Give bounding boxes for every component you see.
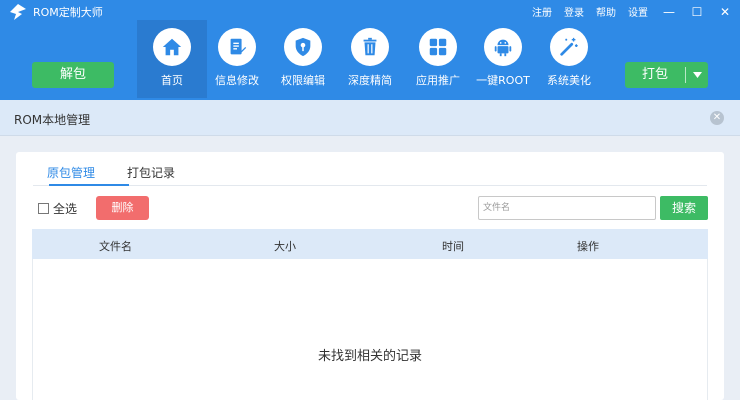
pack-button[interactable]: 打包 bbox=[625, 62, 708, 88]
logo-icon bbox=[10, 4, 26, 20]
panel-title: ROM本地管理 bbox=[14, 113, 91, 127]
nav-app-promote[interactable]: 应用推广 bbox=[403, 20, 473, 98]
maximize-button[interactable]: ☐ bbox=[690, 5, 704, 19]
pack-label: 打包 bbox=[641, 67, 668, 82]
window-close-button[interactable]: ✕ bbox=[718, 5, 732, 19]
nav-permission-edit[interactable]: 权限编辑 bbox=[268, 20, 338, 98]
nav-one-click-root[interactable]: 一键ROOT bbox=[468, 20, 538, 98]
settings-link[interactable]: 设置 bbox=[628, 4, 648, 19]
column-size: 大小 bbox=[274, 240, 296, 253]
pack-dropdown[interactable] bbox=[686, 62, 708, 88]
edit-doc-icon bbox=[230, 38, 247, 55]
empty-message: 未找到相关的记录 bbox=[317, 349, 422, 364]
nav-label: 系统美化 bbox=[547, 74, 591, 87]
apps-grid-icon bbox=[429, 38, 447, 56]
home-icon bbox=[162, 38, 182, 56]
caret-down-icon bbox=[692, 72, 702, 78]
nav-info-edit[interactable]: 信息修改 bbox=[202, 20, 272, 98]
active-tab-indicator bbox=[49, 184, 129, 186]
content-card: 原包管理 打包记录 全选 删除 搜索 文件名 大小 时间 操作 未找到相关的记录 bbox=[16, 152, 724, 400]
login-link[interactable]: 登录 bbox=[564, 4, 584, 19]
column-time: 时间 bbox=[442, 240, 464, 253]
minimize-button[interactable]: — bbox=[662, 5, 676, 19]
tab-bar: 原包管理 打包记录 bbox=[33, 152, 707, 186]
magic-wand-icon bbox=[560, 37, 578, 56]
nav-system-theme[interactable]: 系统美化 bbox=[534, 20, 604, 98]
table-header: 文件名 大小 时间 操作 bbox=[32, 229, 708, 259]
top-bar: ROM定制大师 注册 登录 帮助 设置 — ☐ ✕ 解包 首页 信息修改 权限编… bbox=[0, 0, 740, 100]
nav-label: 首页 bbox=[161, 74, 183, 87]
column-filename: 文件名 bbox=[99, 240, 132, 253]
table-body: 未找到相关的记录 bbox=[32, 259, 708, 400]
android-icon bbox=[494, 39, 512, 57]
checkbox-box[interactable] bbox=[38, 203, 49, 214]
panel-header: ROM本地管理 ✕ bbox=[0, 100, 740, 136]
select-all-label: 全选 bbox=[53, 202, 78, 216]
nav-deep-trim[interactable]: 深度精简 bbox=[335, 20, 405, 98]
nav-label: 权限编辑 bbox=[281, 74, 325, 87]
tab-pack-records[interactable]: 打包记录 bbox=[127, 164, 175, 181]
tab-original-packages[interactable]: 原包管理 bbox=[47, 164, 95, 181]
nav-label: 应用推广 bbox=[416, 74, 460, 87]
shield-key-icon bbox=[295, 37, 311, 57]
search-button[interactable]: 搜索 bbox=[660, 196, 708, 220]
register-link[interactable]: 注册 bbox=[532, 4, 552, 19]
filename-search-input[interactable] bbox=[478, 196, 656, 220]
nav-label: 深度精简 bbox=[348, 74, 392, 87]
unpack-button[interactable]: 解包 bbox=[32, 62, 114, 88]
panel-close-icon[interactable]: ✕ bbox=[710, 111, 724, 125]
window-links: 注册 登录 帮助 设置 — ☐ ✕ bbox=[520, 4, 732, 20]
nav-label: 信息修改 bbox=[215, 74, 259, 87]
help-link[interactable]: 帮助 bbox=[596, 4, 616, 19]
select-all-checkbox[interactable]: 全选 bbox=[38, 200, 77, 217]
app-logo: ROM定制大师 bbox=[8, 4, 103, 20]
nav-label: 一键ROOT bbox=[476, 74, 530, 87]
app-title: ROM定制大师 bbox=[33, 6, 103, 19]
trash-icon bbox=[363, 37, 377, 56]
delete-button[interactable]: 删除 bbox=[96, 196, 149, 220]
nav-home[interactable]: 首页 bbox=[137, 20, 207, 98]
column-actions: 操作 bbox=[577, 240, 599, 253]
